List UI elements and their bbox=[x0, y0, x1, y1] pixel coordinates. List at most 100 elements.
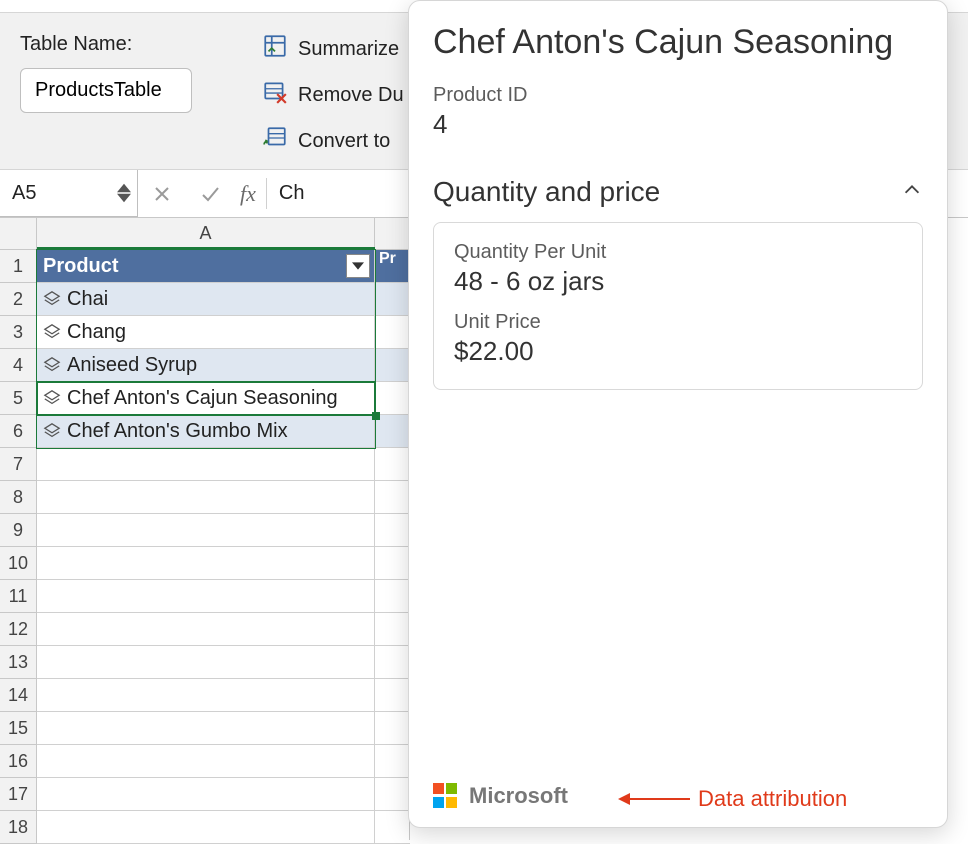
cell-text: Chef Anton's Gumbo Mix bbox=[67, 420, 288, 443]
convert-to-range-button[interactable]: Convert to bbox=[262, 125, 404, 157]
row-header[interactable]: 6 bbox=[0, 415, 37, 448]
qpu-label: Quantity Per Unit bbox=[454, 241, 902, 264]
empty-cell[interactable] bbox=[37, 679, 375, 712]
separator bbox=[266, 178, 267, 209]
data-cell[interactable]: Chang bbox=[37, 316, 375, 349]
convert-range-icon bbox=[262, 125, 288, 157]
remove-duplicates-button[interactable]: Remove Du bbox=[262, 79, 404, 111]
accept-formula-button[interactable] bbox=[186, 170, 234, 217]
empty-cell[interactable] bbox=[37, 514, 375, 547]
remove-duplicates-icon bbox=[262, 79, 288, 111]
section-header[interactable]: Quantity and price bbox=[433, 176, 923, 208]
row-header[interactable]: 9 bbox=[0, 514, 37, 547]
data-cell[interactable]: Chai bbox=[37, 283, 375, 316]
microsoft-logo-icon bbox=[433, 783, 459, 809]
table-header-cell-b[interactable]: Pr bbox=[375, 250, 410, 283]
table-name-input[interactable] bbox=[20, 68, 192, 113]
cell-text: Chef Anton's Cajun Seasoning bbox=[67, 387, 338, 410]
data-cell-b[interactable] bbox=[375, 382, 410, 415]
row-header[interactable]: 16 bbox=[0, 745, 37, 778]
spreadsheet-grid[interactable]: A 1 Product Pr 2 Chai 3 Chang 4 Aniseed … bbox=[0, 218, 410, 840]
row-header[interactable]: 15 bbox=[0, 712, 37, 745]
empty-cell-b[interactable] bbox=[375, 712, 410, 745]
fill-handle[interactable] bbox=[372, 412, 380, 420]
row-header[interactable]: 10 bbox=[0, 547, 37, 580]
data-cell-b[interactable] bbox=[375, 349, 410, 382]
empty-cell-b[interactable] bbox=[375, 613, 410, 646]
empty-cell[interactable] bbox=[37, 712, 375, 745]
annotation-label: Data attribution bbox=[698, 786, 847, 812]
empty-cell-b[interactable] bbox=[375, 679, 410, 712]
empty-cell[interactable] bbox=[37, 481, 375, 514]
section-title: Quantity and price bbox=[433, 176, 660, 208]
name-box-stepper[interactable] bbox=[117, 183, 131, 203]
column-header-b[interactable] bbox=[375, 218, 410, 250]
row-header[interactable]: 13 bbox=[0, 646, 37, 679]
data-cell[interactable]: Chef Anton's Cajun Seasoning bbox=[37, 382, 375, 415]
remove-duplicates-label: Remove Du bbox=[298, 84, 404, 107]
row-header[interactable]: 1 bbox=[0, 250, 37, 283]
column-header-a[interactable]: A bbox=[37, 218, 375, 250]
empty-cell-b[interactable] bbox=[375, 745, 410, 778]
empty-cell[interactable] bbox=[37, 778, 375, 811]
empty-cell-b[interactable] bbox=[375, 811, 410, 844]
convert-range-label: Convert to bbox=[298, 130, 390, 153]
empty-cell-b[interactable] bbox=[375, 646, 410, 679]
empty-cell-b[interactable] bbox=[375, 481, 410, 514]
data-cell-b[interactable] bbox=[375, 415, 410, 448]
name-box-value: A5 bbox=[12, 182, 36, 205]
product-id-label: Product ID bbox=[433, 84, 923, 107]
data-cell[interactable]: Chef Anton's Gumbo Mix bbox=[37, 415, 375, 448]
row-header[interactable]: 8 bbox=[0, 481, 37, 514]
name-box[interactable]: A5 bbox=[0, 170, 138, 217]
empty-cell-b[interactable] bbox=[375, 514, 410, 547]
data-cell[interactable]: Aniseed Syrup bbox=[37, 349, 375, 382]
table-name-label: Table Name: bbox=[20, 33, 192, 56]
annotation-arrow-icon bbox=[620, 798, 690, 800]
empty-cell-b[interactable] bbox=[375, 547, 410, 580]
empty-cell[interactable] bbox=[37, 547, 375, 580]
row-header[interactable]: 17 bbox=[0, 778, 37, 811]
data-cell-b[interactable] bbox=[375, 316, 410, 349]
section-box: Quantity Per Unit 48 - 6 oz jars Unit Pr… bbox=[433, 222, 923, 390]
empty-cell-b[interactable] bbox=[375, 448, 410, 481]
qpu-value: 48 - 6 oz jars bbox=[454, 266, 902, 297]
cell-text: Chai bbox=[67, 288, 108, 311]
attribution-text: Microsoft bbox=[469, 783, 568, 809]
empty-cell[interactable] bbox=[37, 811, 375, 844]
empty-cell-b[interactable] bbox=[375, 778, 410, 811]
empty-cell[interactable] bbox=[37, 448, 375, 481]
unit-price-value: $22.00 bbox=[454, 336, 902, 367]
row-header[interactable]: 11 bbox=[0, 580, 37, 613]
empty-cell[interactable] bbox=[37, 745, 375, 778]
empty-cell[interactable] bbox=[37, 646, 375, 679]
row-header[interactable]: 5 bbox=[0, 382, 37, 415]
linked-data-icon bbox=[43, 356, 61, 374]
row-header[interactable]: 18 bbox=[0, 811, 37, 844]
empty-cell-b[interactable] bbox=[375, 580, 410, 613]
row-header[interactable]: 2 bbox=[0, 283, 37, 316]
row-header[interactable]: 4 bbox=[0, 349, 37, 382]
row-header[interactable]: 14 bbox=[0, 679, 37, 712]
fx-label[interactable]: fx bbox=[234, 170, 262, 217]
empty-cell[interactable] bbox=[37, 613, 375, 646]
row-header[interactable]: 12 bbox=[0, 613, 37, 646]
filter-button[interactable] bbox=[346, 254, 370, 278]
row-header[interactable]: 3 bbox=[0, 316, 37, 349]
linked-data-icon bbox=[43, 422, 61, 440]
data-cell-b[interactable] bbox=[375, 283, 410, 316]
data-type-card: Chef Anton's Cajun Seasoning Product ID … bbox=[408, 0, 948, 828]
summarize-pivot-button[interactable]: Summarize bbox=[262, 33, 404, 65]
cancel-formula-button[interactable] bbox=[138, 170, 186, 217]
select-all-corner[interactable] bbox=[0, 218, 37, 250]
product-id-value: 4 bbox=[433, 109, 923, 140]
empty-cell[interactable] bbox=[37, 580, 375, 613]
annotation: Data attribution bbox=[620, 786, 847, 812]
summarize-label: Summarize bbox=[298, 38, 399, 61]
unit-price-label: Unit Price bbox=[454, 311, 902, 334]
formula-text[interactable]: Ch bbox=[271, 170, 305, 217]
linked-data-icon bbox=[43, 389, 61, 407]
row-header[interactable]: 7 bbox=[0, 448, 37, 481]
table-header-cell[interactable]: Product bbox=[37, 250, 375, 283]
header-text: Product bbox=[43, 255, 119, 278]
